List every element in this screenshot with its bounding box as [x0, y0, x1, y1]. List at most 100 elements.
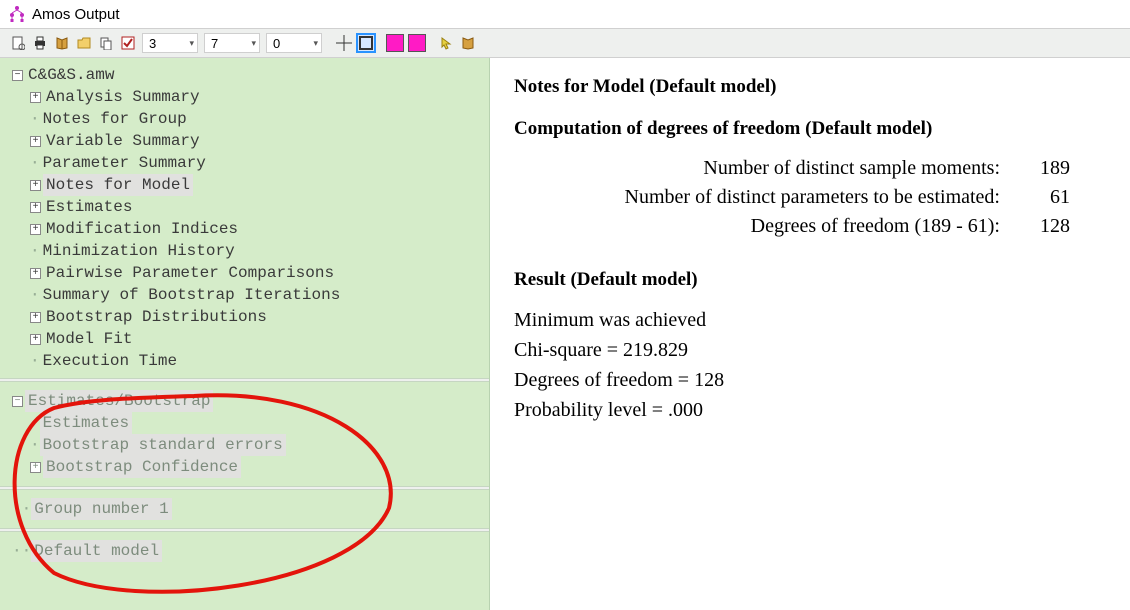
model-item[interactable]: ·· Default model — [12, 540, 483, 562]
toolbar-spin-1[interactable]: 3 ▾ — [142, 33, 198, 53]
dropdown-caret-icon: ▾ — [313, 38, 318, 49]
dof-label: Degrees of freedom (189 - 61): — [751, 215, 1000, 238]
expand-icon[interactable]: + — [30, 202, 41, 213]
result-line: Degrees of freedom = 128 — [514, 365, 1106, 395]
dof-row: Number of distinct parameters to be esti… — [514, 183, 1106, 212]
dof-table: Number of distinct sample moments:189Num… — [514, 154, 1106, 241]
tree-item-label: Parameter Summary — [40, 152, 209, 174]
amos-app-icon — [8, 5, 26, 23]
model-panel: ·· Default model — [0, 532, 489, 576]
tree-item[interactable]: ·Summary of Bootstrap Iterations — [12, 284, 483, 306]
copy-icon[interactable] — [96, 33, 116, 53]
expand-icon[interactable]: + — [30, 180, 41, 191]
result-lines: Minimum was achievedChi-square = 219.829… — [514, 305, 1106, 425]
tree-root[interactable]: − C&G&S.amw — [12, 64, 483, 86]
dof-value: 189 — [1022, 157, 1070, 180]
open-folder-icon[interactable] — [74, 33, 94, 53]
content-panel: Notes for Model (Default model) Computat… — [490, 58, 1130, 610]
print-icon[interactable] — [30, 33, 50, 53]
tree-item-label: Variable Summary — [43, 130, 203, 152]
dropdown-caret-icon: ▾ — [251, 38, 256, 49]
dropdown-caret-icon: ▾ — [189, 38, 194, 49]
titlebar: Amos Output — [0, 0, 1130, 28]
expand-icon[interactable]: + — [30, 268, 41, 279]
rectangle-tool-icon[interactable] — [356, 33, 376, 53]
estimates-tree-panel: − Estimates/Bootstrap ·Estimates·Bootstr… — [0, 382, 489, 486]
main-splitter: − C&G&S.amw +Analysis Summary·Notes for … — [0, 58, 1130, 610]
color-swatch-magenta[interactable] — [386, 34, 404, 52]
color-swatch-magenta-2[interactable] — [408, 34, 426, 52]
tree-item[interactable]: +Bootstrap Distributions — [12, 306, 483, 328]
toolbar-spin-3-value: 0 — [273, 36, 280, 51]
tree-item[interactable]: ·Bootstrap standard errors — [12, 434, 483, 456]
expand-icon[interactable]: + — [30, 92, 41, 103]
tree-item-label: Estimates — [43, 196, 135, 218]
tree-item[interactable]: +Model Fit — [12, 328, 483, 350]
result-line: Minimum was achieved — [514, 305, 1106, 335]
dof-value: 61 — [1022, 186, 1070, 209]
tree-item-label: Notes for Model — [43, 174, 193, 196]
tree-item-label: Modification Indices — [43, 218, 241, 240]
tree-item-label: Bootstrap Confidence — [43, 456, 241, 478]
tree-item-label: Analysis Summary — [43, 86, 203, 108]
tree-item-label: Summary of Bootstrap Iterations — [40, 284, 344, 306]
window-title: Amos Output — [32, 6, 120, 23]
book-help-icon[interactable] — [458, 33, 478, 53]
estimates-root-label: Estimates/Bootstrap — [25, 390, 213, 412]
tree-item-label: Bootstrap standard errors — [40, 434, 286, 456]
pointer-tool-icon[interactable] — [436, 33, 456, 53]
crosshair-tool-icon[interactable] — [334, 33, 354, 53]
toolbar-spin-2[interactable]: 7 ▾ — [204, 33, 260, 53]
main-tree-panel: − C&G&S.amw +Analysis Summary·Notes for … — [0, 58, 489, 378]
result-line: Probability level = .000 — [514, 395, 1106, 425]
tree-item[interactable]: ·Estimates — [12, 412, 483, 434]
toolbar-spin-1-value: 3 — [149, 36, 156, 51]
tree-item[interactable]: ·Minimization History — [12, 240, 483, 262]
dof-row: Number of distinct sample moments: 189 — [514, 154, 1106, 183]
tree-item-label: Estimates — [40, 412, 132, 434]
group-panel: ·· Group number 1 — [0, 490, 489, 528]
toolbar: 3 ▾ 7 ▾ 0 ▾ — [0, 28, 1130, 58]
notes-heading: Notes for Model (Default model) — [514, 76, 1106, 98]
page-preview-icon[interactable] — [8, 33, 28, 53]
options-checkbox-icon[interactable] — [118, 33, 138, 53]
tree-item[interactable]: ·Execution Time — [12, 350, 483, 372]
tree-root-label: C&G&S.amw — [25, 64, 117, 86]
tree-item-label: Pairwise Parameter Comparisons — [43, 262, 337, 284]
expand-icon[interactable]: + — [30, 312, 41, 323]
tree-item[interactable]: +Bootstrap Confidence — [12, 456, 483, 478]
dof-row: Degrees of freedom (189 - 61): 128 — [514, 212, 1106, 241]
dof-label: Number of distinct sample moments: — [703, 157, 1000, 180]
tree-item[interactable]: +Analysis Summary — [12, 86, 483, 108]
expand-icon[interactable]: + — [30, 224, 41, 235]
navigation-column: − C&G&S.amw +Analysis Summary·Notes for … — [0, 58, 490, 610]
estimates-root[interactable]: − Estimates/Bootstrap — [12, 390, 483, 412]
dof-value: 128 — [1022, 215, 1070, 238]
collapse-icon[interactable]: − — [12, 70, 23, 81]
book-icon[interactable] — [52, 33, 72, 53]
group-item[interactable]: ·· Group number 1 — [12, 498, 483, 520]
tree-item-label: Execution Time — [40, 350, 180, 372]
expand-icon[interactable]: + — [30, 334, 41, 345]
dof-heading: Computation of degrees of freedom (Defau… — [514, 118, 1106, 140]
collapse-icon[interactable]: − — [12, 396, 23, 407]
dof-label: Number of distinct parameters to be esti… — [625, 186, 1000, 209]
tree-item-label: Notes for Group — [40, 108, 190, 130]
expand-icon[interactable]: + — [30, 462, 41, 473]
result-line: Chi-square = 219.829 — [514, 335, 1106, 365]
tree-item[interactable]: +Pairwise Parameter Comparisons — [12, 262, 483, 284]
result-heading: Result (Default model) — [514, 269, 1106, 291]
toolbar-spin-3[interactable]: 0 ▾ — [266, 33, 322, 53]
tree-item[interactable]: +Variable Summary — [12, 130, 483, 152]
tree-item-label: Model Fit — [43, 328, 135, 350]
tree-item-label: Minimization History — [40, 240, 238, 262]
expand-icon[interactable]: + — [30, 136, 41, 147]
tree-item[interactable]: +Estimates — [12, 196, 483, 218]
tree-item[interactable]: +Notes for Model — [12, 174, 483, 196]
tree-item[interactable]: ·Notes for Group — [12, 108, 483, 130]
tree-item[interactable]: +Modification Indices — [12, 218, 483, 240]
tree-item-label: Bootstrap Distributions — [43, 306, 270, 328]
tree-item[interactable]: ·Parameter Summary — [12, 152, 483, 174]
toolbar-spin-2-value: 7 — [211, 36, 218, 51]
model-label: Default model — [31, 540, 162, 562]
